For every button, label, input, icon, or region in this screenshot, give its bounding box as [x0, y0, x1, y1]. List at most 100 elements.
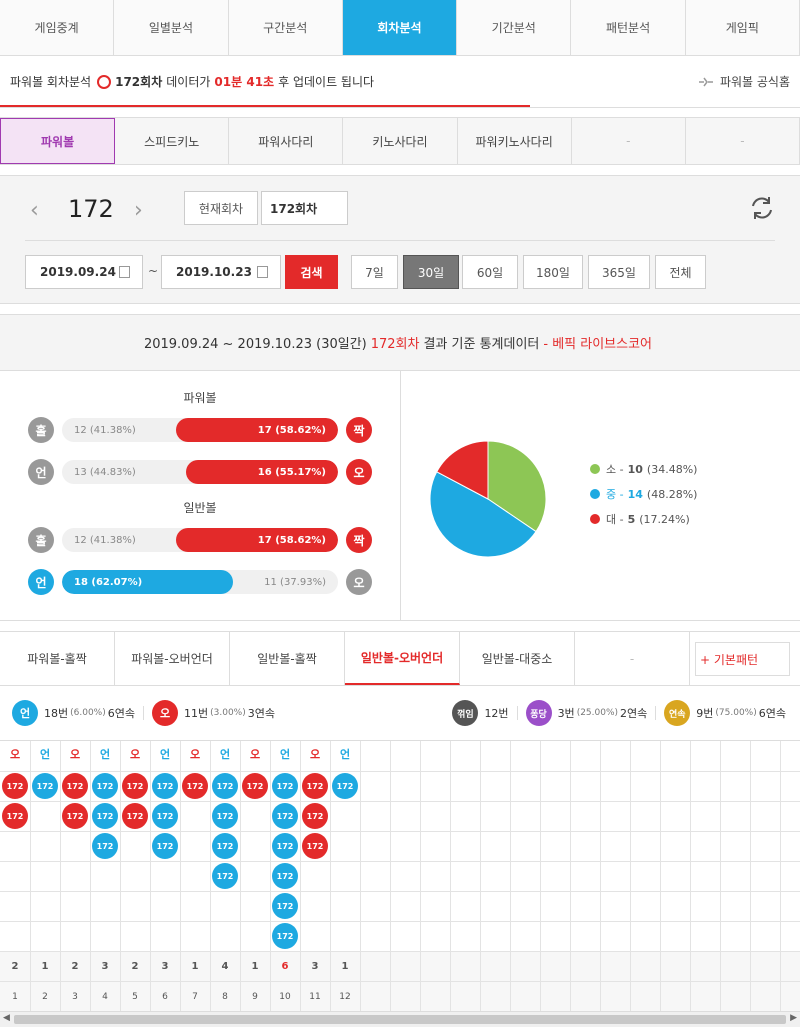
streak-icon: 연속	[664, 700, 691, 726]
nav-tab[interactable]: 회차분석	[342, 0, 458, 55]
pattern-ball: 172	[242, 773, 268, 799]
pattern-tab[interactable]: 일반볼-대중소	[460, 632, 575, 685]
column-count: 3	[161, 961, 169, 972]
game-tab[interactable]: -	[686, 118, 800, 164]
normalball-label: 일반볼	[183, 501, 217, 515]
pie-legend-item: 중 -14 (48.28%)	[590, 486, 697, 502]
nav-tab[interactable]: 일별분석	[114, 0, 229, 55]
pattern-ball: 172	[182, 773, 208, 799]
game-tab[interactable]: 키노사다리	[343, 118, 458, 164]
update-progress-bar	[0, 105, 530, 107]
clock-icon	[97, 74, 112, 89]
period-button[interactable]: 전체	[655, 255, 706, 289]
nav-tab[interactable]: 게임픽	[685, 0, 800, 55]
game-tab[interactable]: 파워볼	[0, 118, 116, 164]
grid-line	[390, 741, 391, 1011]
pattern-ball: 172	[152, 803, 178, 829]
official-link[interactable]: 파워볼 공식홈	[698, 73, 790, 90]
column-header: 오	[129, 748, 141, 761]
pattern-ball: 172	[122, 803, 148, 829]
stats-panel: 파워볼 일반볼 홀 12 (41.38%) 17 (58.62%) 짝 언 13 (44.…	[0, 371, 800, 621]
stats-summary: 2019.09.24 ~ 2019.10.23 (30일간) 172회차 결과 …	[0, 314, 800, 371]
search-button[interactable]: 검색	[285, 255, 338, 289]
stat-bar-fill: 18 (62.07%)	[62, 570, 233, 594]
column-index: 8	[222, 992, 228, 1002]
current-round-button[interactable]: 현재회차	[184, 191, 258, 225]
pattern-tab[interactable]: 파워볼-홀짝	[0, 632, 115, 685]
date-to: 2019.10.23	[176, 265, 252, 279]
over-count: 11번	[184, 707, 209, 720]
column-count: 1	[341, 961, 349, 972]
period-button[interactable]: 7일	[351, 255, 398, 289]
column-count: 3	[311, 961, 319, 972]
game-tab[interactable]: -	[572, 118, 686, 164]
column-count: 1	[191, 961, 199, 972]
scroll-thumb[interactable]	[14, 1015, 786, 1024]
under-icon: 언	[12, 700, 38, 726]
column-header: 오	[69, 748, 81, 761]
nav-tab[interactable]: 기간분석	[457, 0, 572, 55]
column-index: 11	[309, 992, 321, 1002]
column-index: 6	[162, 992, 168, 1002]
legend-count: 10	[627, 462, 643, 476]
pattern-tabs: 파워볼-홀짝 파워볼-오버언더 일반볼-홀짝 일반볼-오버언더 일반볼-대중소 - + 기…	[0, 631, 800, 686]
pattern-ball: 172	[302, 773, 328, 799]
stat-row: 언 18 (62.07%) 11 (37.93%) 오	[28, 569, 372, 595]
basic-pattern-button[interactable]: + 기본패턴	[695, 642, 790, 676]
column-header: 오	[309, 748, 321, 761]
date-from-input[interactable]: 2019.09.24	[25, 255, 143, 289]
horizontal-scrollbar[interactable]: ◀ ▶	[0, 1011, 800, 1027]
grid-line	[420, 741, 421, 1011]
streak-streak: 6연속	[758, 707, 786, 720]
game-tab[interactable]: 파워사다리	[229, 118, 344, 164]
column-index: 9	[252, 992, 258, 1002]
date-to-input[interactable]: 2019.10.23	[161, 255, 281, 289]
main-nav: 게임중계 일별분석 구간분석 회차분석 기간분석 패턴분석 게임픽	[0, 0, 800, 56]
period-button[interactable]: 60일	[462, 255, 518, 289]
grid-line	[0, 891, 800, 892]
pattern-tab[interactable]: -	[575, 632, 690, 685]
prev-round-icon[interactable]: ‹	[30, 198, 39, 223]
pattern-tab[interactable]: 일반볼-오버언더	[345, 632, 460, 685]
nav-tab[interactable]: 패턴분석	[571, 0, 686, 55]
summary-source[interactable]: - 베픽 라이브스코어	[543, 333, 652, 352]
pong-streak: 2연속	[620, 707, 648, 720]
column-header: 언	[159, 748, 171, 761]
round-input[interactable]: 172회차	[261, 191, 348, 225]
nav-tab[interactable]: 구간분석	[228, 0, 343, 55]
grid-line	[480, 741, 481, 1011]
legend-dot	[590, 489, 600, 499]
refresh-icon[interactable]	[748, 194, 776, 222]
pattern-stats: 언 18번 (6.00%) 6연속 오 11번 (3.00%) 3연속 꺾임 1…	[0, 686, 800, 740]
scroll-right-icon[interactable]: ▶	[790, 1013, 797, 1023]
pattern-ball: 172	[272, 863, 298, 889]
summary-range: 2019.09.24 ~ 2019.10.23 (30일간)	[143, 337, 367, 352]
game-tab[interactable]: 스피드키노	[115, 118, 230, 164]
period-button[interactable]: 180일	[523, 255, 583, 289]
under-count: 18번	[44, 707, 69, 720]
pattern-tab[interactable]: 일반볼-홀짝	[230, 632, 345, 685]
nav-tab[interactable]: 게임중계	[0, 0, 115, 55]
legend-label: 소 -	[606, 463, 624, 476]
summary-text: 결과 기준 통계데이터	[423, 337, 540, 352]
grid-line	[0, 951, 800, 952]
stat-right-icon: 오	[346, 569, 372, 595]
pattern-tab[interactable]: 파워볼-오버언더	[115, 632, 230, 685]
pattern-ball: 172	[2, 803, 28, 829]
column-header: 오	[9, 748, 21, 761]
game-tab[interactable]: 파워키노사다리	[458, 118, 572, 164]
pattern-ball: 172	[272, 803, 298, 829]
scroll-left-icon[interactable]: ◀	[3, 1013, 10, 1023]
official-label: 파워볼 공식홈	[719, 75, 790, 89]
grid-line	[0, 921, 800, 922]
column-count: 2	[131, 961, 139, 972]
period-button[interactable]: 365일	[588, 255, 650, 289]
divider	[25, 240, 775, 241]
pattern-ball: 172	[62, 803, 88, 829]
pattern-ball: 172	[212, 803, 238, 829]
legend-pct: (17.24%)	[639, 512, 690, 526]
grid-line	[360, 741, 361, 1011]
column-header: 언	[219, 748, 231, 761]
next-round-icon[interactable]: ›	[134, 198, 143, 223]
period-button[interactable]: 30일	[403, 255, 459, 289]
